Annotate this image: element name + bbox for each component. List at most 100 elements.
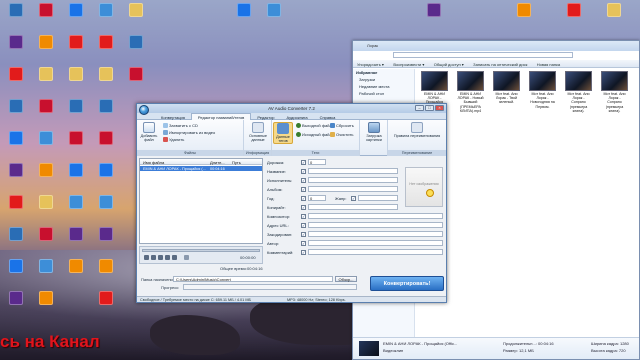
stop-icon[interactable] — [158, 255, 163, 260]
desktop-icon[interactable] — [2, 227, 30, 241]
tag-checkbox[interactable]: ✓ — [301, 232, 306, 237]
desktop-icon[interactable] — [62, 227, 90, 241]
output-path-field[interactable]: C:\Users\Admin\Music\Convert — [173, 276, 333, 282]
tag-input[interactable]: 0 — [308, 195, 326, 201]
desktop-icon[interactable] — [62, 131, 90, 145]
nav-downloads[interactable]: Загрузки — [353, 76, 414, 83]
toolbar-new-folder[interactable]: Новая папка — [533, 60, 564, 69]
desktop-icon[interactable] — [32, 291, 60, 305]
desktop-icon[interactable] — [62, 99, 90, 113]
desktop-icon[interactable] — [62, 259, 90, 273]
toolbar-organize[interactable]: Упорядочить ▾ — [353, 60, 388, 69]
genre-checkbox[interactable]: ✓ — [351, 196, 356, 201]
desktop-icon[interactable] — [92, 99, 120, 113]
browse-button[interactable]: Обзор... — [335, 276, 357, 282]
toolbar-share[interactable]: Общий доступ ▾ — [430, 60, 468, 69]
address-bar[interactable] — [393, 52, 573, 58]
basic-data-button[interactable]: Основные данные — [246, 122, 270, 142]
close-button[interactable]: × — [435, 105, 444, 111]
file-list[interactable]: Имя файла Длите... Путь EMIN & АНИ ЛОРАК… — [139, 158, 263, 244]
desktop-icon[interactable] — [92, 259, 120, 273]
file-thumbnail[interactable]: Мот feat. Ани Лорак - Твой зеленый. — [493, 71, 520, 105]
desktop-icon[interactable] — [510, 3, 538, 17]
desktop-icon[interactable] — [32, 195, 60, 209]
desktop-icon[interactable] — [92, 35, 120, 49]
cover-art[interactable]: Нет изображения — [405, 167, 443, 207]
desktop-icon[interactable] — [32, 227, 60, 241]
desktop-icon[interactable] — [32, 259, 60, 273]
tag-checkbox[interactable]: ✓ — [301, 205, 306, 210]
desktop-icon[interactable] — [230, 3, 258, 17]
tag-input[interactable] — [308, 231, 443, 237]
desktop-icon[interactable] — [2, 259, 30, 273]
desktop-icon[interactable] — [62, 163, 90, 177]
desktop-icon[interactable] — [122, 67, 150, 81]
tag-input[interactable] — [308, 186, 398, 192]
desktop-icon[interactable] — [32, 67, 60, 81]
delete-button[interactable]: Удалить — [163, 137, 184, 143]
desktop-icon[interactable] — [62, 35, 90, 49]
desktop-icon[interactable] — [92, 3, 120, 17]
tag-input[interactable] — [308, 168, 398, 174]
tag-checkbox[interactable]: ✓ — [301, 214, 306, 219]
tag-checkbox[interactable]: ✓ — [301, 250, 306, 255]
tag-input[interactable] — [308, 240, 443, 246]
output-file-radio[interactable]: Выходной файл — [296, 123, 332, 129]
desktop-icon[interactable] — [2, 67, 30, 81]
col-path[interactable]: Путь — [232, 160, 241, 165]
tag-input[interactable] — [308, 213, 443, 219]
nav-desktop[interactable]: Рабочий стол — [353, 90, 414, 97]
clear-button[interactable]: Очистить — [330, 132, 353, 138]
genre-select[interactable] — [358, 195, 398, 201]
prev-icon[interactable] — [165, 255, 170, 260]
tag-checkbox[interactable]: ✓ — [301, 196, 306, 201]
tag-input[interactable] — [308, 222, 443, 228]
import-cd-button[interactable]: Захватить с CD — [163, 123, 198, 129]
toolbar-play[interactable]: Воспроизвести ▾ — [389, 60, 428, 69]
desktop-icon[interactable] — [420, 3, 448, 17]
pause-icon[interactable] — [151, 255, 156, 260]
desktop-icon[interactable] — [92, 163, 120, 177]
maximize-button[interactable]: □ — [425, 105, 434, 111]
desktop-icon[interactable] — [62, 195, 90, 209]
play-icon[interactable] — [144, 255, 149, 260]
reset-button[interactable]: Сбросить — [330, 123, 354, 129]
desktop-icon[interactable] — [122, 3, 150, 17]
import-video-button[interactable]: Импортировать из видео — [163, 130, 215, 136]
nav-recent[interactable]: Недавние места — [353, 83, 414, 90]
desktop-icon[interactable] — [560, 3, 588, 17]
desktop-icon[interactable] — [92, 67, 120, 81]
col-name[interactable]: Имя файла — [143, 160, 164, 165]
file-row[interactable]: EMIN & АНИ ЛОРАК - Прощайся (... 00:04:1… — [140, 166, 262, 171]
desktop-icon[interactable] — [32, 35, 60, 49]
tags-data-button[interactable]: Данные тегов — [273, 122, 293, 145]
file-thumbnail[interactable]: Мот feat. Ани Лорак - Новогодняя на Перв… — [529, 71, 556, 109]
desktop-icon[interactable] — [122, 35, 150, 49]
desktop-icon[interactable] — [62, 3, 90, 17]
desktop-icon[interactable] — [32, 99, 60, 113]
tag-checkbox[interactable]: ✓ — [301, 187, 306, 192]
add-file-button[interactable]: Добавить файл — [139, 122, 159, 142]
file-thumbnail[interactable]: EMIN & АНИ ЛОРАК - Новый Бывший (ПРЕМЬЕР… — [457, 71, 484, 113]
desktop-icon[interactable] — [2, 291, 30, 305]
rename-rules-button[interactable]: Правила переименования — [390, 122, 444, 138]
col-length[interactable]: Длите... — [210, 160, 225, 165]
desktop-icon[interactable] — [92, 195, 120, 209]
desktop-icon[interactable] — [92, 131, 120, 145]
desktop-icon[interactable] — [62, 67, 90, 81]
tag-checkbox[interactable]: ✓ — [301, 160, 306, 165]
tag-input[interactable] — [308, 204, 398, 210]
desktop-icon[interactable] — [2, 3, 30, 17]
desktop-icon[interactable] — [2, 131, 30, 145]
seek-bar[interactable] — [142, 249, 260, 252]
desktop-icon[interactable] — [92, 227, 120, 241]
tag-checkbox[interactable]: ✓ — [301, 169, 306, 174]
desktop-icon[interactable] — [600, 3, 628, 17]
desktop-icon[interactable] — [32, 163, 60, 177]
tag-input[interactable] — [308, 177, 398, 183]
convert-button[interactable]: Конвертировать! — [370, 276, 444, 291]
nav-favorites[interactable]: Избранное — [353, 69, 414, 76]
file-thumbnail[interactable]: Мот feat. Ани Лорак - Сопрано (премьера … — [601, 71, 628, 113]
minimize-button[interactable]: – — [415, 105, 424, 111]
tag-input[interactable] — [308, 249, 443, 255]
